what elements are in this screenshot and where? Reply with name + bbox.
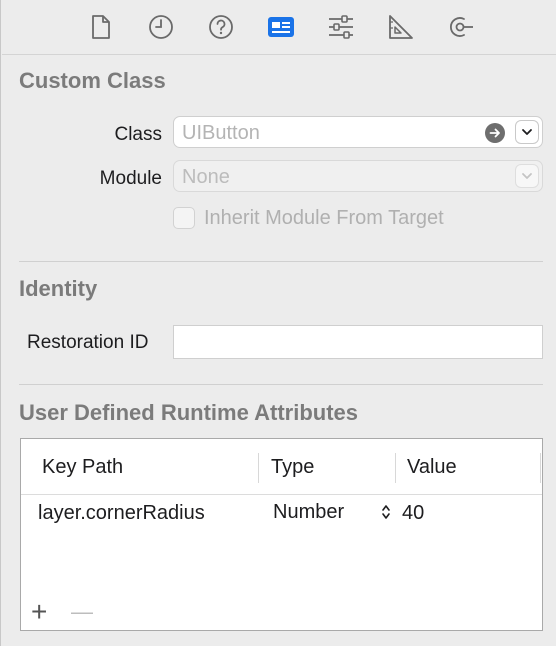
- identity-inspector-tab[interactable]: [265, 11, 297, 43]
- remove-attribute-button[interactable]: —: [71, 598, 93, 626]
- add-attribute-button[interactable]: +: [31, 598, 47, 626]
- inspector-toolbar: [2, 0, 556, 55]
- file-inspector-tab[interactable]: [85, 11, 117, 43]
- value-cell[interactable]: 40: [402, 502, 424, 525]
- inherit-module-label: Inherit Module From Target: [204, 207, 444, 229]
- module-label: Module: [99, 168, 162, 189]
- module-input[interactable]: None: [182, 166, 230, 189]
- history-inspector-tab[interactable]: [145, 11, 177, 43]
- class-label: Class: [114, 124, 162, 145]
- chevron-down-icon: [522, 173, 532, 179]
- module-dropdown-button[interactable]: [515, 164, 539, 188]
- size-inspector-tab[interactable]: [385, 11, 417, 43]
- section-divider: [19, 261, 543, 262]
- type-popup-arrows-icon[interactable]: [381, 503, 391, 521]
- inherit-module-checkbox[interactable]: [173, 207, 195, 229]
- attributes-inspector-tab[interactable]: [325, 11, 357, 43]
- section-divider: [19, 384, 543, 385]
- module-combo-box[interactable]: None: [173, 160, 543, 192]
- history-icon: [149, 15, 173, 39]
- connections-inspector-tab[interactable]: [445, 11, 477, 43]
- go-to-class-arrow-icon[interactable]: [485, 123, 505, 143]
- size-inspector-icon: [389, 15, 413, 39]
- file-icon: [92, 15, 110, 39]
- connections-inspector-icon: [450, 17, 473, 37]
- class-dropdown-button[interactable]: [515, 120, 539, 144]
- class-input[interactable]: UIButton: [182, 122, 260, 145]
- type-cell[interactable]: Number: [273, 501, 344, 524]
- help-inspector-tab[interactable]: [205, 11, 237, 43]
- restoration-id-label: Restoration ID: [27, 332, 149, 353]
- column-separator[interactable]: [258, 453, 259, 483]
- table-header: Key Path Type Value: [21, 439, 542, 495]
- attributes-inspector-icon: [329, 15, 353, 39]
- chevron-down-icon: [522, 129, 532, 135]
- column-separator[interactable]: [395, 453, 396, 483]
- identity-inspector-panel: Custom Class Class UIButton Module None …: [0, 0, 556, 646]
- column-header-key-path[interactable]: Key Path: [42, 456, 123, 479]
- key-path-cell[interactable]: layer.cornerRadius: [38, 502, 205, 525]
- runtime-attributes-table: Key Path Type Value layer.cornerRadius N…: [20, 438, 543, 631]
- column-header-type[interactable]: Type: [271, 456, 314, 479]
- class-combo-box[interactable]: UIButton: [173, 116, 543, 148]
- column-separator: [540, 453, 541, 483]
- identity-inspector-icon: [268, 17, 294, 37]
- restoration-id-input[interactable]: [173, 325, 543, 359]
- custom-class-title: Custom Class: [19, 68, 166, 93]
- help-icon: [209, 15, 233, 39]
- identity-title: Identity: [19, 276, 98, 301]
- runtime-attributes-title: User Defined Runtime Attributes: [19, 400, 359, 425]
- column-header-value[interactable]: Value: [407, 456, 457, 479]
